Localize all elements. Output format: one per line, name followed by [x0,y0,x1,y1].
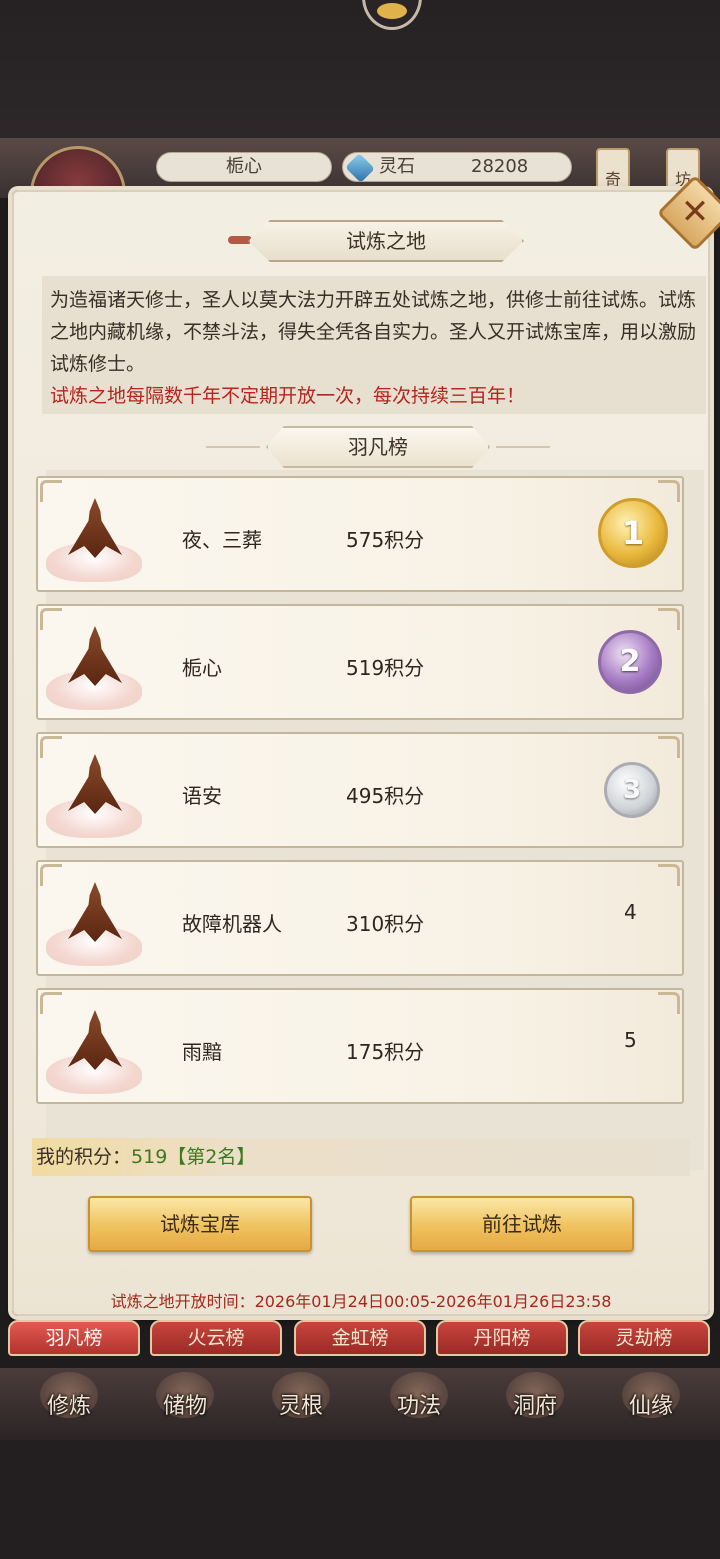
purple-medal-icon: 2 [598,630,662,694]
spirit-stone-counter: 灵石 28208 [342,152,572,183]
tab-lingjie[interactable]: 灵劫榜 [578,1320,710,1356]
rank-number: 4 [624,900,637,924]
tab-danyang[interactable]: 丹阳榜 [436,1320,568,1356]
go-to-trial-button[interactable]: 前往试炼 [410,1196,634,1252]
nav-storage[interactable]: 储物 [130,1372,240,1432]
game-header: 栀心 灵石 28208 奇 坊 [0,138,720,242]
leaderboard-tabs: 羽凡榜 火云榜 金虹榜 丹阳榜 灵劫榜 [0,1320,720,1356]
spirit-stone-label: 灵石 [379,156,415,177]
rank-number: 5 [624,1028,637,1052]
divider-right [496,446,550,448]
title-pin-left [228,236,252,244]
my-score-bar: 我的积分：519【第2名】 [32,1138,690,1176]
bottom-background [0,1440,720,1559]
dialog-title: 试炼之地 [248,220,524,262]
intro-highlight: 试炼之地每隔数千年不定期开放一次，每次持续三百年！ [50,385,526,407]
player-name: 栀心 [156,152,332,182]
player-name: 夜、三葬 [182,528,262,552]
silver-medal-icon: 3 [604,762,660,818]
spirit-stone-value: 28208 [471,156,529,177]
player-name: 雨黯 [182,1040,222,1064]
divider-left [206,446,260,448]
player-score: 575积分 [346,528,425,552]
player-avatar-icon [46,744,142,840]
player-score: 310积分 [346,912,425,936]
open-time-text: 试炼之地开放时间：2026年01月24日00:05-2026年01月26日23:… [110,1292,612,1311]
leaderboard-title: 羽凡榜 [266,426,490,468]
gold-medal-icon: 1 [598,498,668,568]
nav-cultivate[interactable]: 修炼 [14,1372,124,1432]
ranking-row-2[interactable]: 栀心 519积分 2 [36,604,684,720]
player-avatar-icon [46,488,142,584]
tab-jinhong[interactable]: 金虹榜 [294,1320,426,1356]
player-name: 故障机器人 [182,912,282,936]
ranking-row-4[interactable]: 故障机器人 310积分 4 [36,860,684,976]
ranking-row-5[interactable]: 雨黯 175积分 5 [36,988,684,1104]
player-name: 栀心 [182,656,222,680]
tab-huoyun[interactable]: 火云榜 [150,1320,282,1356]
player-score: 495积分 [346,784,425,808]
trial-treasury-button[interactable]: 试炼宝库 [88,1196,312,1252]
player-name: 语安 [182,784,222,808]
intro-text: 为造福诸天修士，圣人以莫大法力开辟五处试炼之地，供修士前往试炼。试炼之地内藏机缘… [50,289,697,375]
top-bar-background [0,0,720,140]
my-score-label: 我的积分： [36,1146,132,1168]
player-avatar-icon [46,872,142,968]
nav-spirit-root[interactable]: 灵根 [246,1372,356,1432]
my-score-value: 519 [131,1146,168,1168]
nav-cave[interactable]: 洞府 [480,1372,590,1432]
player-score: 519积分 [346,656,425,680]
player-avatar-icon [46,616,142,712]
ranking-row-3[interactable]: 语安 495积分 3 [36,732,684,848]
ranking-row-1[interactable]: 夜、三葬 575积分 1 [36,476,684,592]
nav-fate[interactable]: 仙缘 [596,1372,706,1432]
nav-techniques[interactable]: 功法 [364,1372,474,1432]
tab-yufan[interactable]: 羽凡榜 [8,1320,140,1356]
player-avatar-icon [46,1000,142,1096]
close-icon: ✕ [680,192,710,232]
intro-text-box: 为造福诸天修士，圣人以莫大法力开辟五处试炼之地，供修士前往试炼。试炼之地内藏机缘… [42,276,706,414]
game-bottom-nav: 修炼 储物 灵根 功法 洞府 仙缘 [0,1368,720,1440]
side-button-qi[interactable]: 奇 [596,148,630,194]
spirit-stone-icon [345,153,375,183]
my-rank: 【第2名】 [167,1146,256,1168]
player-score: 175积分 [346,1040,425,1064]
